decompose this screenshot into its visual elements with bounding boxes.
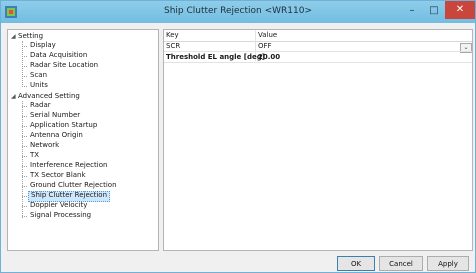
settings-tree[interactable]: ◢ Setting Display Data Acquisition Radar… (7, 29, 159, 251)
tree-node-radar[interactable]: Radar (28, 101, 53, 110)
settings-window: Ship Clutter Rejection <WR110> – □ ✕ ◢ S… (0, 0, 476, 273)
row-key-scr: SCR (166, 42, 181, 50)
tree-node-doppler-velocity[interactable]: Doppler Velocity (28, 201, 89, 210)
title-bar[interactable]: Ship Clutter Rejection <WR110> – □ ✕ (1, 1, 475, 23)
tree-tick (22, 126, 27, 127)
tree-node-tx-sector-blank[interactable]: TX Sector Blank (28, 171, 88, 180)
tree-guide-advanced (22, 101, 23, 218)
tree-tick (22, 106, 27, 107)
cancel-button[interactable]: Cancel (379, 256, 423, 271)
tree-node-units[interactable]: Units (28, 81, 50, 90)
tree-tick (22, 196, 27, 197)
tree-tick (22, 76, 27, 77)
threshold-el-angle-input[interactable]: 20.00 (256, 52, 280, 62)
tree-tick (22, 86, 27, 87)
tree-node-display[interactable]: Display (28, 41, 58, 50)
minimize-button[interactable]: – (401, 1, 423, 21)
tree-node-data-acquisition[interactable]: Data Acquisition (28, 51, 89, 60)
tree-tick (22, 46, 27, 47)
tree-node-application-startup[interactable]: Application Startup (28, 121, 99, 130)
tree-tick (22, 166, 27, 167)
tree-node-radar-site-location[interactable]: Radar Site Location (28, 61, 100, 70)
apply-button[interactable]: Apply (427, 256, 469, 271)
tree-tick (22, 146, 27, 147)
row-divider (164, 62, 472, 63)
tree-node-antenna-origin[interactable]: Antenna Origin (28, 131, 85, 140)
tree-tick (22, 216, 27, 217)
tree-tick (22, 206, 27, 207)
tree-node-setting[interactable]: Setting (16, 32, 45, 41)
close-button[interactable]: ✕ (445, 1, 475, 19)
tree-tick (22, 156, 27, 157)
tree-node-advanced-setting[interactable]: Advanced Setting (16, 92, 82, 101)
tree-node-interference-rejection[interactable]: Interference Rejection (28, 161, 109, 170)
row-key-threshold-el-angle: Threshold EL angle [deg] (166, 53, 265, 61)
tree-tick (22, 56, 27, 57)
tree-guide-setting (22, 41, 23, 87)
tree-node-tx[interactable]: TX (28, 151, 41, 160)
ok-button[interactable]: OK (337, 256, 375, 271)
tree-node-network[interactable]: Network (28, 141, 61, 150)
tree-node-ground-clutter-rejection[interactable]: Ground Clutter Rejection (28, 181, 119, 190)
tree-node-signal-processing[interactable]: Signal Processing (28, 211, 93, 220)
tree-node-scan[interactable]: Scan (28, 71, 49, 80)
expand-advanced-setting-icon[interactable]: ◢ (11, 92, 16, 101)
scr-value-select[interactable]: OFF (256, 41, 458, 51)
tree-tick (22, 66, 27, 67)
tree-node-serial-number[interactable]: Serial Number (28, 111, 82, 120)
property-grid: Key Value SCR OFF ⌄ Threshold EL angle [… (163, 29, 473, 251)
tree-tick (22, 186, 27, 187)
tree-tick (22, 176, 27, 177)
tree-tick (22, 116, 27, 117)
key-column-header[interactable]: Key (164, 30, 179, 40)
value-column-header[interactable]: Value (256, 30, 277, 40)
maximize-button[interactable]: □ (423, 1, 445, 21)
tree-tick (22, 136, 27, 137)
expand-setting-icon[interactable]: ◢ (11, 32, 16, 41)
